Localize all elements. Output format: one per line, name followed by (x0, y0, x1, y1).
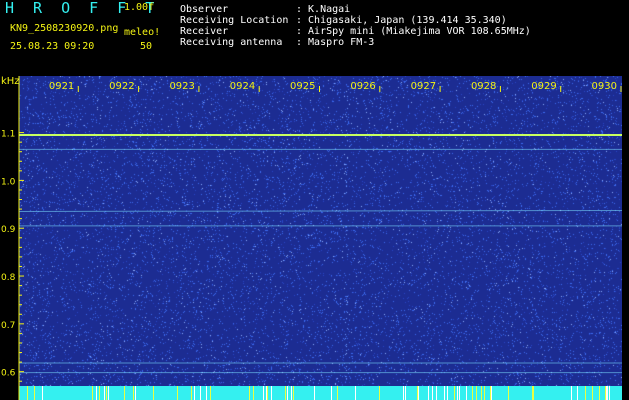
time-tick-label: 0926 (350, 81, 375, 92)
band-mark (484, 386, 485, 400)
band-mark (606, 386, 607, 400)
band-mark (92, 386, 93, 400)
time-tick-label: 0924 (230, 81, 255, 92)
band-mark (287, 386, 288, 400)
band-mark (42, 386, 43, 400)
band-mark (106, 386, 107, 400)
band-mark (585, 386, 586, 400)
band-mark (355, 386, 356, 400)
band-mark (191, 386, 192, 400)
band-mark (331, 386, 332, 400)
band-mark (476, 386, 477, 400)
band-mark (532, 386, 533, 400)
y-tick-label: 0.9 (1, 225, 16, 235)
band-mark (444, 386, 445, 400)
band-mark (291, 386, 292, 400)
band-mark (27, 386, 28, 400)
band-mark (293, 386, 294, 400)
band-mark (253, 386, 254, 400)
band-mark (266, 386, 267, 400)
band-mark (285, 386, 286, 400)
band-mark (436, 386, 437, 400)
band-mark (490, 386, 491, 400)
band-mark (124, 386, 125, 400)
band-mark (428, 386, 429, 400)
y-tick-label: 1.1 (1, 130, 15, 140)
band-mark (609, 386, 610, 400)
band-mark (104, 386, 105, 400)
band-mark (263, 386, 264, 400)
band-mark (108, 386, 109, 400)
band-mark (210, 386, 211, 400)
band-mark (153, 386, 154, 400)
band-mark (466, 386, 467, 400)
time-tick-label: 0921 (49, 81, 74, 92)
y-tick-label: 0.6 (1, 369, 16, 379)
y-axis-unit: kHz (1, 76, 20, 87)
band-mark (481, 386, 482, 400)
bottom-band (19, 386, 622, 400)
band-mark (271, 386, 272, 400)
band-mark (96, 386, 97, 400)
time-tick-label: 0922 (109, 81, 134, 92)
time-tick-label: 0927 (411, 81, 436, 92)
spectrogram-noise (19, 76, 622, 386)
band-mark (403, 386, 404, 400)
band-mark (99, 386, 100, 400)
band-mark (508, 386, 509, 400)
time-tick-label: 0925 (290, 81, 315, 92)
band-mark (267, 386, 268, 400)
time-tick-label: 0923 (169, 81, 194, 92)
band-mark (447, 386, 448, 400)
band-mark (571, 386, 572, 400)
spectrogram: kHz 1.1 1.0 0.9 0.8 0.7 0.6 0921 0922 0923 0924 0… (1, 76, 623, 400)
band-mark (417, 386, 418, 400)
band-mark (405, 386, 406, 400)
time-tick-label: 0930 (592, 81, 617, 92)
band-mark (34, 386, 35, 400)
band-mark (206, 386, 207, 400)
time-tick-label: 0929 (531, 81, 556, 92)
band-mark (337, 386, 338, 400)
time-tick-label: 0928 (471, 81, 496, 92)
band-mark (459, 386, 460, 400)
band-mark (194, 386, 195, 400)
band-mark (607, 386, 608, 400)
band-mark (314, 386, 315, 400)
band-mark (605, 386, 606, 400)
band-mark (454, 386, 455, 400)
band-mark (177, 386, 178, 400)
band-mark (577, 386, 578, 400)
band-mark (133, 386, 134, 400)
band-mark (599, 386, 600, 400)
band-mark (249, 386, 250, 400)
y-tick-label: 0.7 (1, 321, 15, 331)
y-tick-label: 1.0 (1, 177, 16, 187)
band-mark (533, 386, 534, 400)
band-mark (135, 386, 136, 400)
band-mark (457, 386, 458, 400)
y-tick-label: 0.8 (1, 273, 16, 283)
band-mark (418, 386, 419, 400)
band-mark (200, 386, 201, 400)
band-mark (592, 386, 593, 400)
band-mark (491, 386, 492, 400)
band-mark (432, 386, 433, 400)
band-mark (379, 386, 380, 400)
band-mark (472, 386, 473, 400)
